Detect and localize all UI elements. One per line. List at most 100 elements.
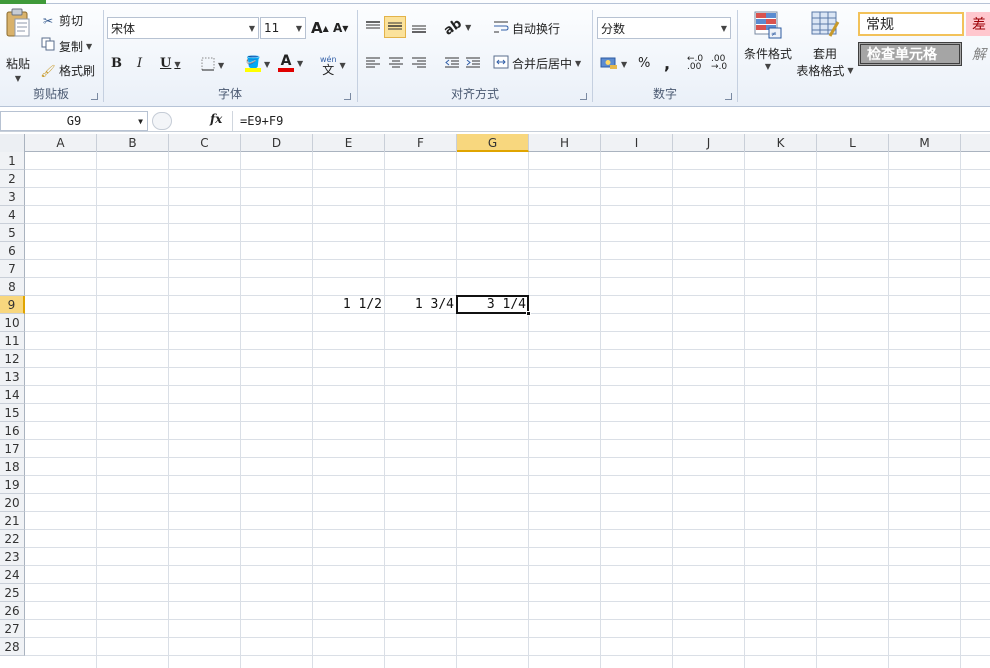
row-header-22[interactable]: 22: [0, 530, 25, 548]
underline-button[interactable]: U ▼: [160, 56, 181, 71]
row-header-4[interactable]: 4: [0, 206, 25, 224]
row-header-12[interactable]: 12: [0, 350, 25, 368]
increase-indent-button[interactable]: [465, 56, 481, 73]
row-header-26[interactable]: 26: [0, 602, 25, 620]
shrink-font-button[interactable]: A ▼: [333, 21, 348, 35]
cut-button[interactable]: ✂ 剪切: [40, 12, 83, 29]
format-as-table-button[interactable]: 套用 表格格式 ▼: [795, 10, 855, 79]
row-header-7[interactable]: 7: [0, 260, 25, 278]
font-color-button[interactable]: A ▼: [278, 54, 303, 72]
style-explanatory[interactable]: 解: [966, 42, 990, 66]
align-left-button[interactable]: [365, 56, 381, 73]
fill-handle[interactable]: [526, 311, 531, 316]
italic-button[interactable]: I: [137, 56, 142, 71]
column-header-g[interactable]: G: [457, 134, 529, 152]
column-header-l[interactable]: L: [817, 134, 889, 152]
row-header-25[interactable]: 25: [0, 584, 25, 602]
wrap-text-button[interactable]: 自动换行: [493, 20, 560, 37]
cell-grid[interactable]: 1 1/2 1 3/4 3 1/4: [25, 152, 990, 668]
border-button[interactable]: ▼: [201, 57, 224, 74]
merge-center-button[interactable]: 合并后居中 ▼: [493, 55, 581, 72]
row-header-1[interactable]: 1: [0, 152, 25, 170]
file-tab-edge[interactable]: [0, 0, 46, 4]
row-header-20[interactable]: 20: [0, 494, 25, 512]
dialog-launcher-icon[interactable]: [344, 93, 351, 100]
name-box-value: G9: [66, 114, 82, 128]
style-check-cell[interactable]: 检查单元格: [858, 42, 962, 66]
column-header-k[interactable]: K: [745, 134, 817, 152]
column-header-h[interactable]: H: [529, 134, 601, 152]
select-all-corner[interactable]: [0, 134, 25, 152]
row-header-11[interactable]: 11: [0, 332, 25, 350]
row-header-27[interactable]: 27: [0, 620, 25, 638]
column-header-b[interactable]: B: [97, 134, 169, 152]
dialog-launcher-icon[interactable]: [580, 93, 587, 100]
style-bad[interactable]: 差: [966, 12, 990, 36]
chevron-down-icon: ▼: [14, 74, 22, 83]
number-format-value: 分数: [601, 21, 626, 36]
style-normal[interactable]: 常规: [858, 12, 964, 36]
row-header-3[interactable]: 3: [0, 188, 25, 206]
row-header-17[interactable]: 17: [0, 440, 25, 458]
percent-button[interactable]: %: [638, 56, 650, 71]
copy-label: 复制: [59, 39, 84, 54]
fill-color-button[interactable]: 🪣 ▼: [245, 56, 270, 72]
phonetic-button[interactable]: wén 文 ▼: [320, 55, 346, 77]
cell-f9[interactable]: 1 3/4: [385, 296, 457, 314]
row-header-14[interactable]: 14: [0, 386, 25, 404]
row-header-6[interactable]: 6: [0, 242, 25, 260]
phonetic-icon: wén 文: [320, 55, 337, 77]
conditional-format-button[interactable]: ≠ 条件格式 ▼: [741, 10, 795, 71]
paste-button[interactable]: 粘贴 ▼: [2, 8, 34, 83]
row-header-28[interactable]: 28: [0, 638, 25, 656]
row-header-19[interactable]: 19: [0, 476, 25, 494]
ribbon: 粘贴 ▼ ✂ 剪切 复制 ▼ 🖌 格式刷 剪贴板 宋体 ▼ 11 ▼ A ▲ A…: [0, 0, 990, 107]
orientation-button[interactable]: ab ▼: [441, 16, 471, 39]
column-header-c[interactable]: C: [169, 134, 241, 152]
name-box[interactable]: G9 ▼: [0, 111, 148, 131]
row-header-9[interactable]: 9: [0, 296, 25, 314]
row-header-21[interactable]: 21: [0, 512, 25, 530]
row-header-23[interactable]: 23: [0, 548, 25, 566]
copy-button[interactable]: 复制 ▼: [40, 37, 92, 55]
dialog-launcher-icon[interactable]: [91, 93, 98, 100]
grow-font-button[interactable]: A ▲: [311, 19, 329, 37]
row-header-5[interactable]: 5: [0, 224, 25, 242]
accounting-format-button[interactable]: ▼: [600, 56, 627, 73]
cell-e9[interactable]: 1 1/2: [313, 296, 385, 314]
comma-button[interactable]: ,: [664, 54, 670, 73]
expand-handle-icon[interactable]: [152, 112, 172, 130]
row-header-10[interactable]: 10: [0, 314, 25, 332]
chevron-down-icon: ▼: [218, 61, 225, 70]
row-header-15[interactable]: 15: [0, 404, 25, 422]
column-header-m[interactable]: M: [889, 134, 961, 152]
column-header-e[interactable]: E: [313, 134, 385, 152]
font-name-combo[interactable]: 宋体 ▼: [107, 17, 259, 39]
row-header-2[interactable]: 2: [0, 170, 25, 188]
row-header-18[interactable]: 18: [0, 458, 25, 476]
row-header-13[interactable]: 13: [0, 368, 25, 386]
align-center-button[interactable]: [388, 56, 404, 73]
column-header-f[interactable]: F: [385, 134, 457, 152]
column-header-a[interactable]: A: [25, 134, 97, 152]
font-size-combo[interactable]: 11 ▼: [260, 17, 306, 39]
increase-decimal-button[interactable]: ←.0.00: [687, 55, 703, 72]
align-bottom-button[interactable]: [411, 20, 427, 37]
decrease-indent-button[interactable]: [444, 56, 460, 73]
column-header-d[interactable]: D: [241, 134, 313, 152]
format-painter-button[interactable]: 🖌 格式刷: [40, 62, 95, 79]
decrease-decimal-button[interactable]: .00 →.0: [711, 55, 727, 72]
dialog-launcher-icon[interactable]: [725, 93, 732, 100]
row-header-24[interactable]: 24: [0, 566, 25, 584]
align-middle-button[interactable]: [384, 16, 406, 38]
number-format-combo[interactable]: 分数 ▼: [597, 17, 731, 39]
row-header-16[interactable]: 16: [0, 422, 25, 440]
formula-input[interactable]: =E9+F9: [232, 111, 990, 131]
row-header-8[interactable]: 8: [0, 278, 25, 296]
column-header-j[interactable]: J: [673, 134, 745, 152]
align-right-button[interactable]: [411, 56, 427, 73]
align-top-button[interactable]: [365, 20, 381, 37]
column-header-i[interactable]: I: [601, 134, 673, 152]
bold-button[interactable]: B: [111, 56, 122, 71]
insert-function-button[interactable]: fx: [210, 112, 222, 126]
